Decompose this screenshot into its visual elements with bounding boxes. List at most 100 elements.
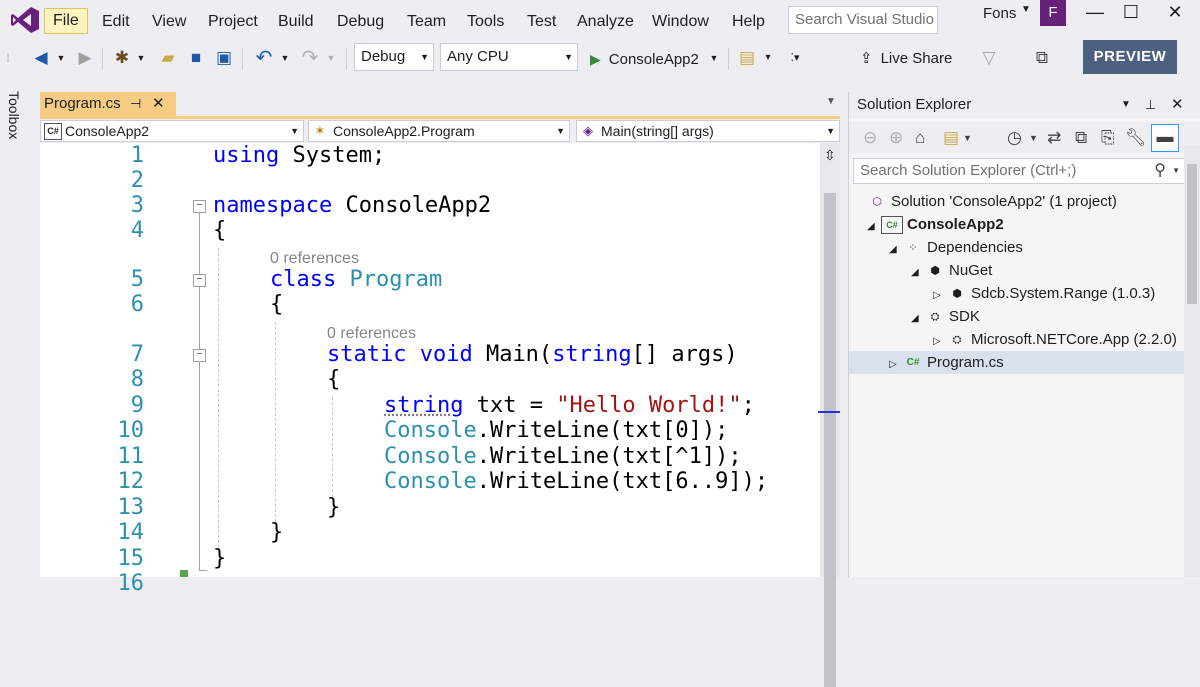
redo-icon[interactable]: ↷: [298, 46, 322, 70]
auto-hide-pin-icon[interactable]: ⊥: [1145, 92, 1156, 118]
code-token: ;: [741, 393, 755, 418]
new-project-icon[interactable]: ✱: [110, 46, 134, 70]
save-all-icon[interactable]: ▣: [212, 46, 236, 70]
collapse-class-toggle[interactable]: −: [193, 274, 206, 287]
forward-icon[interactable]: ⊕: [889, 126, 903, 150]
expanded-arrow-icon[interactable]: ◢: [867, 215, 881, 238]
window-position-dropdown-icon[interactable]: ▼: [1121, 92, 1131, 118]
chevron-down-icon[interactable]: ▼: [1021, 4, 1031, 15]
account-settings-icon[interactable]: ⧉: [1030, 46, 1054, 70]
switch-views-dropdown-icon[interactable]: ▼: [963, 126, 972, 150]
close-tab-icon[interactable]: ✕: [152, 92, 165, 116]
tree-item-sdk[interactable]: ◢ ⛭ SDK: [911, 305, 980, 328]
editor-vertical-scrollbar[interactable]: ⇳: [820, 143, 840, 687]
search-icon[interactable]: ⚲: [1154, 159, 1166, 183]
start-dropdown-icon[interactable]: ▼: [708, 46, 720, 70]
member-dropdown[interactable]: ◈ Main(string[] args) ▼: [576, 120, 840, 142]
tree-item-nuget[interactable]: ◢ ⬢ NuGet: [911, 259, 992, 282]
undo-icon[interactable]: ↶: [252, 46, 276, 70]
open-folder-icon[interactable]: ▰: [156, 46, 180, 70]
tree-item-netcore[interactable]: ▷ ⛭ Microsoft.NETCore.App (2.2.0): [933, 328, 1177, 351]
home-icon[interactable]: ⌂: [915, 126, 925, 150]
live-share-button[interactable]: ⇪ Live Share: [860, 46, 952, 72]
collapsed-arrow-icon[interactable]: ▷: [933, 330, 947, 353]
split-window-icon[interactable]: ⇳: [824, 147, 836, 164]
pending-changes-filter-icon[interactable]: ◷: [1007, 126, 1022, 150]
solution-explorer-scrollbar[interactable]: [1184, 146, 1200, 577]
redo-dropdown-icon[interactable]: ▼: [326, 46, 336, 70]
menu-file[interactable]: File: [44, 8, 88, 34]
menu-help[interactable]: Help: [730, 11, 767, 33]
new-dropdown-icon[interactable]: ▼: [136, 46, 146, 70]
menu-view[interactable]: View: [150, 11, 188, 33]
close-panel-icon[interactable]: ✕: [1171, 92, 1184, 118]
navigate-back-icon[interactable]: ◀: [30, 46, 52, 70]
properties-wrench-icon[interactable]: 🔧︎: [1125, 126, 1147, 150]
collapse-namespace-toggle[interactable]: −: [193, 200, 206, 213]
feedback-filter-icon[interactable]: ▽: [978, 46, 1000, 70]
project-dropdown[interactable]: C# ConsoleApp2 ▼: [40, 120, 304, 142]
tree-item-solution[interactable]: ⬡ Solution 'ConsoleApp2' (1 project): [867, 190, 1117, 213]
back-dropdown-icon[interactable]: ▼: [56, 46, 66, 70]
tab-program-cs[interactable]: Program.cs ⊣ ✕: [40, 92, 176, 116]
preview-selected-items-icon[interactable]: ▬: [1151, 124, 1179, 152]
platform-select[interactable]: Any CPU ▼: [440, 43, 578, 71]
switch-views-icon[interactable]: ▤: [943, 126, 959, 150]
preview-badge[interactable]: PREVIEW: [1083, 40, 1177, 74]
sync-with-document-icon[interactable]: ⇄: [1047, 126, 1061, 150]
menu-window[interactable]: Window: [650, 11, 711, 33]
tab-list-dropdown-icon[interactable]: ▼: [826, 96, 836, 107]
filter-dropdown-icon[interactable]: ▼: [1029, 126, 1038, 150]
minimize-button[interactable]: —: [1080, 2, 1110, 23]
visual-studio-logo-icon[interactable]: [10, 6, 40, 34]
menu-test[interactable]: Test: [525, 11, 558, 33]
collapsed-arrow-icon[interactable]: ▷: [933, 284, 947, 307]
toolbar-options-icon[interactable]: ⁚▾: [788, 46, 802, 70]
close-button[interactable]: ✕: [1160, 2, 1190, 23]
search-visual-studio-input[interactable]: Search Visual Studio (: [788, 6, 938, 34]
undo-dropdown-icon[interactable]: ▼: [280, 46, 290, 70]
scrollbar-thumb[interactable]: [824, 193, 836, 687]
menu-edit[interactable]: Edit: [100, 11, 132, 33]
collapsed-arrow-icon[interactable]: ▷: [889, 353, 903, 376]
maximize-button[interactable]: ☐: [1116, 2, 1146, 23]
line-number: 4: [130, 218, 144, 243]
scrollbar-thumb[interactable]: [1187, 164, 1197, 304]
expanded-arrow-icon[interactable]: ◢: [911, 261, 925, 284]
menu-tools[interactable]: Tools: [465, 11, 506, 33]
code-line-7: static void Main(string[] args): [327, 342, 738, 368]
type-dropdown[interactable]: ✶ ConsoleApp2.Program ▼: [308, 120, 570, 142]
search-solution-explorer-input[interactable]: Search Solution Explorer (Ctrl+;) ⚲ ▼: [853, 158, 1185, 184]
collapse-method-toggle[interactable]: −: [193, 349, 206, 362]
navigate-forward-icon[interactable]: ▶: [74, 46, 96, 70]
menu-analyze[interactable]: Analyze: [575, 11, 636, 33]
toolbar-overflow-icon[interactable]: ▾: [762, 46, 774, 70]
configuration-value: Debug: [361, 48, 406, 65]
back-icon[interactable]: ⊖: [863, 126, 877, 150]
search-options-dropdown-icon[interactable]: ▼: [1172, 159, 1180, 183]
menu-build[interactable]: Build: [276, 11, 316, 33]
configuration-select[interactable]: Debug ▼: [354, 43, 434, 71]
save-icon[interactable]: ■: [184, 46, 208, 70]
avatar[interactable]: F: [1040, 0, 1066, 26]
user-name[interactable]: Fons: [983, 5, 1016, 22]
pin-icon[interactable]: ⊣: [130, 92, 141, 116]
toolbox-tab[interactable]: Toolbox: [6, 91, 22, 139]
toolbar-grip-icon[interactable]: ⁞: [4, 46, 12, 70]
collapse-all-icon[interactable]: ⧉: [1075, 126, 1087, 150]
tree-item-project[interactable]: ◢ C# ConsoleApp2: [867, 213, 1004, 236]
chevron-down-icon: ▼: [420, 52, 429, 62]
tree-item-program-cs[interactable]: ▷ C# Program.cs: [849, 351, 1185, 374]
start-debugging-button[interactable]: ▶ ConsoleApp2: [590, 46, 699, 72]
codelens-references[interactable]: 0 references: [270, 250, 359, 268]
find-in-files-icon[interactable]: ▤: [736, 46, 758, 70]
codelens-references[interactable]: 0 references: [327, 325, 416, 343]
tree-item-package[interactable]: ▷ ⬢ Sdcb.System.Range (1.0.3): [933, 282, 1155, 305]
menu-project[interactable]: Project: [206, 11, 260, 33]
menu-debug[interactable]: Debug: [335, 11, 386, 33]
expanded-arrow-icon[interactable]: ◢: [889, 238, 903, 261]
tree-item-dependencies[interactable]: ◢ ⁘ Dependencies: [889, 236, 1023, 259]
show-all-files-icon[interactable]: ⎘: [1101, 126, 1115, 150]
expanded-arrow-icon[interactable]: ◢: [911, 307, 925, 330]
menu-team[interactable]: Team: [405, 11, 448, 33]
